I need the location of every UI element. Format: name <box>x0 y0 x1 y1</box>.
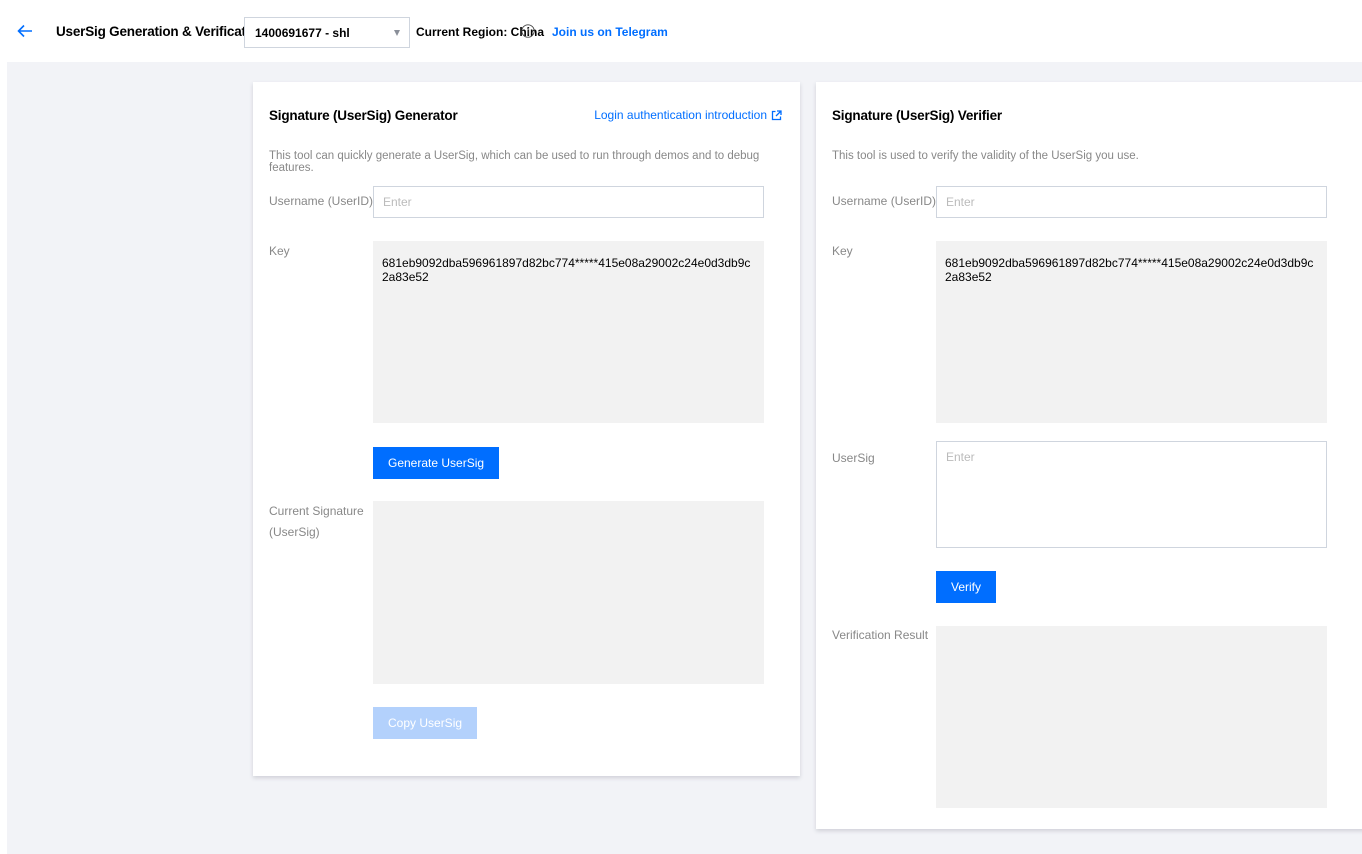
generator-username-input[interactable] <box>373 186 764 218</box>
verifier-key-label: Key <box>832 244 853 258</box>
current-signature-label-line2: (UserSig) <box>269 525 320 539</box>
generate-usersig-button[interactable]: Generate UserSig <box>373 447 500 479</box>
verifier-title: Signature (UserSig) Verifier <box>832 108 1002 123</box>
telegram-link[interactable]: Join us on Telegram <box>552 25 668 39</box>
current-signature-box[interactable] <box>373 501 764 684</box>
verifier-usersig-label: UserSig <box>832 451 875 465</box>
login-auth-doc-link[interactable]: Login authentication introduction <box>594 108 782 122</box>
verification-result-box <box>936 626 1327 808</box>
verifier-usersig-textarea[interactable] <box>936 441 1327 548</box>
doc-link-label: Login authentication introduction <box>594 108 767 122</box>
verifier-username-label: Username (UserID) <box>832 194 937 208</box>
top-bar: UserSig Generation & Verification 140069… <box>0 0 1362 62</box>
caret-down-icon <box>394 30 400 36</box>
info-circle-icon[interactable] <box>521 24 535 38</box>
external-link-icon <box>771 109 782 121</box>
app-selector-value: 1400691677 - shl <box>255 26 350 40</box>
verifier-username-input[interactable] <box>936 186 1327 218</box>
generator-key-label: Key <box>269 244 290 258</box>
verifier-key-box[interactable]: 681eb9092dba596961897d82bc774*****415e08… <box>936 241 1327 423</box>
current-signature-label-line1: Current Signature <box>269 504 364 518</box>
page-title: UserSig Generation & Verification <box>56 24 266 39</box>
usersig-generator-card: Signature (UserSig) Generator Login auth… <box>253 82 800 776</box>
copy-usersig-button[interactable]: Copy UserSig <box>373 707 478 739</box>
usersig-verifier-card: Signature (UserSig) Verifier This tool i… <box>816 82 1362 829</box>
verify-button[interactable]: Verify <box>936 571 997 603</box>
generator-username-label: Username (UserID) <box>269 194 374 208</box>
verifier-description: This tool is used to verify the validity… <box>832 150 1139 162</box>
app-selector-dropdown[interactable]: 1400691677 - shl <box>244 17 410 48</box>
verification-result-label: Verification Result <box>832 628 929 642</box>
generator-description: This tool can quickly generate a UserSig… <box>269 150 760 174</box>
generator-title: Signature (UserSig) Generator <box>269 108 458 123</box>
generator-key-box[interactable]: 681eb9092dba596961897d82bc774*****415e08… <box>373 241 764 423</box>
current-signature-label: Current Signature (UserSig) <box>269 501 364 543</box>
back-arrow-icon[interactable] <box>14 20 36 42</box>
